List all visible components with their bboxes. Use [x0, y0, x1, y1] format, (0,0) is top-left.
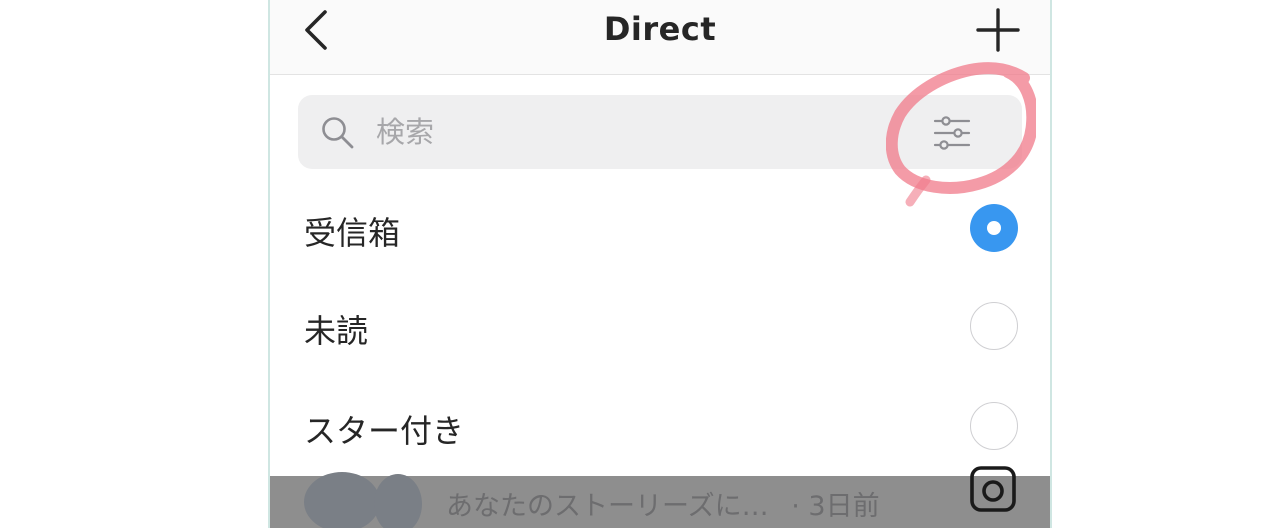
page-title: Direct — [603, 10, 717, 48]
preview-text: あなたのストーリーズに… — [446, 491, 769, 522]
filter-option-label: スター付き — [304, 412, 465, 450]
filter-option-label: 受信箱 — [304, 214, 401, 252]
message-preview: あなたのストーリーズに… · 3日前 — [446, 484, 880, 523]
avatar — [304, 472, 380, 528]
radio-unselected-icon[interactable] — [970, 402, 1018, 450]
avatar — [374, 474, 422, 528]
filter-sliders-icon[interactable] — [932, 113, 972, 153]
filter-option-unread[interactable]: 未読 — [270, 278, 1050, 376]
search-bar[interactable] — [298, 95, 1022, 169]
dimmed-background-overlay[interactable]: あなたのストーリーズに… · 3日前 — [270, 466, 1050, 528]
filter-option-inbox[interactable]: 受信箱 — [270, 180, 1050, 278]
filter-option-label: 未読 — [304, 312, 369, 350]
new-message-button[interactable] — [972, 4, 1024, 56]
filter-option-starred[interactable]: スター付き — [270, 378, 1050, 476]
search-input[interactable] — [374, 105, 938, 159]
phone-screen: Direct 受信箱 未読 — [268, 0, 1052, 528]
search-icon — [322, 117, 354, 149]
radio-unselected-icon[interactable] — [970, 302, 1018, 350]
navigation-header: Direct — [270, 0, 1050, 75]
plus-icon — [976, 8, 1020, 52]
camera-icon[interactable] — [968, 464, 1018, 514]
radio-selected-icon[interactable] — [970, 204, 1018, 252]
preview-time: · 3日前 — [791, 491, 880, 522]
